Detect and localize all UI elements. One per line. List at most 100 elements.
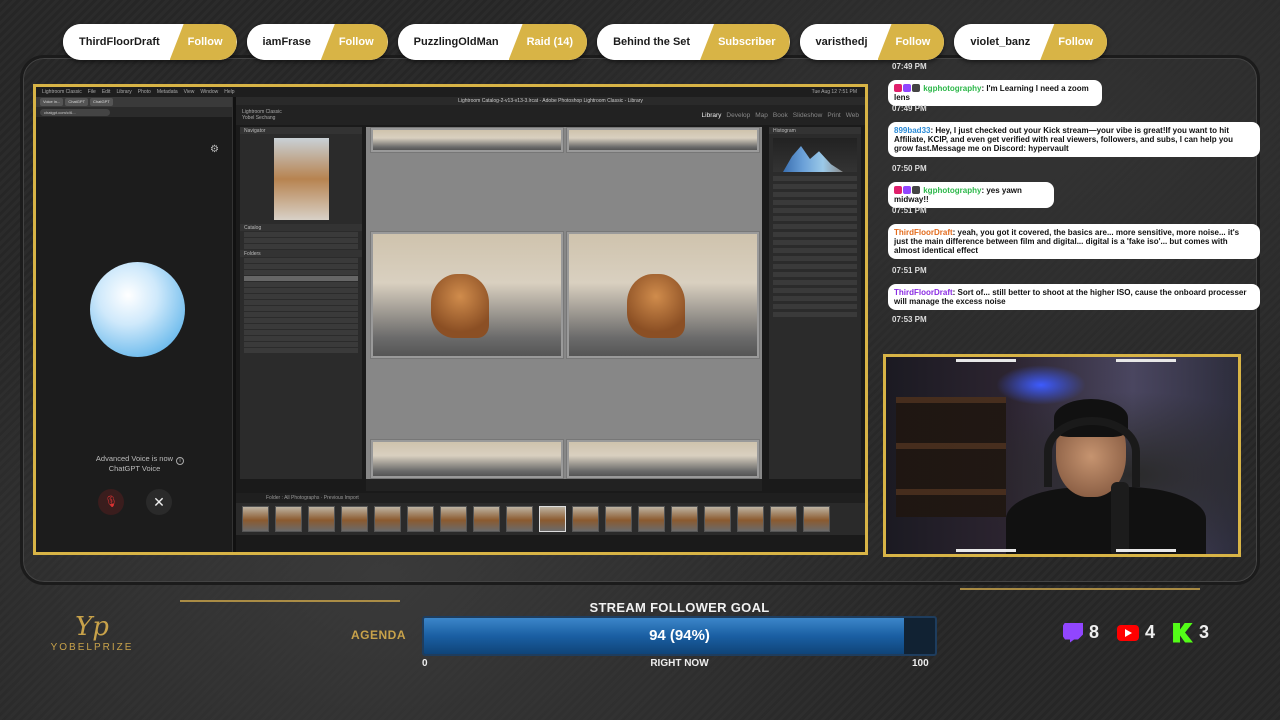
quick-develop-row[interactable] [773,192,857,197]
metadata-row[interactable] [773,288,857,293]
metadata-row[interactable] [773,304,857,309]
keyword-row[interactable] [773,224,857,229]
navigator-preview[interactable] [273,138,329,220]
menu-item[interactable]: Help [224,89,234,95]
photo-cell[interactable] [566,127,760,153]
folder-row[interactable] [244,348,358,353]
folder-row[interactable] [244,258,358,263]
twitch-viewers: 8 [1089,622,1100,642]
filmstrip-thumb[interactable] [275,506,302,532]
menu-item[interactable]: Window [200,89,218,95]
quick-develop-row[interactable] [773,184,857,189]
quick-develop-row[interactable] [773,200,857,205]
catalog-row[interactable] [244,238,358,243]
filmstrip-thumb[interactable] [341,506,368,532]
module-print[interactable]: Print [827,112,840,119]
photo-cell[interactable] [566,439,760,479]
event-type: Follow [320,24,388,60]
keyword-row[interactable] [773,232,857,237]
menu-item[interactable]: View [184,89,195,95]
keyword-row[interactable] [773,248,857,253]
quick-develop-row[interactable] [773,208,857,213]
mute-mic-button[interactable]: 🎙 [98,489,124,515]
filmstrip-thumb[interactable] [770,506,797,532]
folder-row[interactable] [244,282,358,287]
chat-message: kgphotography: I'm Learning I need a zoo… [888,80,1102,107]
module-map[interactable]: Map [755,112,768,119]
folder-row[interactable] [244,300,358,305]
folder-row[interactable] [244,270,358,275]
module-library[interactable]: Library [702,112,722,119]
grid-toolbar[interactable] [366,479,762,491]
module-book[interactable]: Book [773,112,788,119]
photo-cell[interactable] [370,127,564,153]
filmstrip-thumb[interactable] [572,506,599,532]
folder-row[interactable] [244,288,358,293]
shelf [896,397,1006,517]
info-icon[interactable]: i [176,457,184,465]
module-develop[interactable]: Develop [726,112,750,119]
metadata-row[interactable] [773,312,857,317]
folder-row[interactable] [244,306,358,311]
keyword-row[interactable] [773,240,857,245]
browser-tab[interactable]: Voice in... [40,98,64,106]
folder-row-selected[interactable] [244,276,358,281]
chat-timestamp: 07:49 PM [892,62,927,71]
menu-item[interactable]: Library [116,89,131,95]
quick-develop-row[interactable] [773,176,857,181]
module-web[interactable]: Web [846,112,859,119]
filmstrip-thumb[interactable] [440,506,467,532]
metadata-row[interactable] [773,272,857,277]
metadata-row[interactable] [773,296,857,301]
folder-row[interactable] [244,336,358,341]
chat-message: ThirdFloorDraft: Sort of... still better… [888,284,1260,310]
photo-cell[interactable] [566,231,760,359]
menu-item[interactable]: Lightroom Classic [42,89,82,95]
photo-cell[interactable] [370,231,564,359]
catalog-row[interactable] [244,232,358,237]
panel-folders[interactable]: Folders [240,250,362,257]
folder-row[interactable] [244,330,358,335]
filmstrip-thumb[interactable] [374,506,401,532]
browser-tab[interactable]: ChatGPT [65,98,89,106]
filmstrip-thumb[interactable] [407,506,434,532]
metadata-row[interactable] [773,264,857,269]
filmstrip-thumb[interactable] [671,506,698,532]
menu-item[interactable]: Metadata [157,89,178,95]
panel-histogram[interactable]: Histogram [769,127,861,134]
end-voice-button[interactable]: ✕ [146,489,172,515]
filmstrip-thumb[interactable] [506,506,533,532]
folder-row[interactable] [244,318,358,323]
photo-cell[interactable] [370,439,564,479]
filmstrip-thumb[interactable] [473,506,500,532]
module-slideshow[interactable]: Slideshow [793,112,823,119]
metadata-row[interactable] [773,256,857,261]
filmstrip-thumb[interactable] [242,506,269,532]
filmstrip-thumb[interactable] [308,506,335,532]
sliders-icon[interactable]: ⚙ [210,145,220,155]
address-bar[interactable]: chatgpt.com/c/6... [40,108,110,116]
catalog-row[interactable] [244,244,358,249]
menu-item[interactable]: File [88,89,96,95]
identity-line: Yobel Sechang [242,115,276,121]
quick-develop-row[interactable] [773,216,857,221]
filmstrip-thumb[interactable] [605,506,632,532]
frame-dash [956,359,1016,362]
panel-catalog[interactable]: Catalog [240,224,362,231]
folder-row[interactable] [244,294,358,299]
folder-row[interactable] [244,264,358,269]
folder-row[interactable] [244,342,358,347]
filmstrip-thumb[interactable] [638,506,665,532]
metadata-row[interactable] [773,280,857,285]
event-user: varisthedj [799,24,884,60]
browser-tab[interactable]: ChatGPT [90,98,113,106]
filmstrip-thumb[interactable] [803,506,830,532]
filmstrip-thumb[interactable] [704,506,731,532]
filmstrip-thumb-selected[interactable] [539,506,566,532]
panel-navigator[interactable]: Navigator [240,127,362,134]
folder-row[interactable] [244,312,358,317]
filmstrip-thumb[interactable] [737,506,764,532]
menu-item[interactable]: Photo [138,89,151,95]
menu-item[interactable]: Edit [102,89,111,95]
folder-row[interactable] [244,324,358,329]
